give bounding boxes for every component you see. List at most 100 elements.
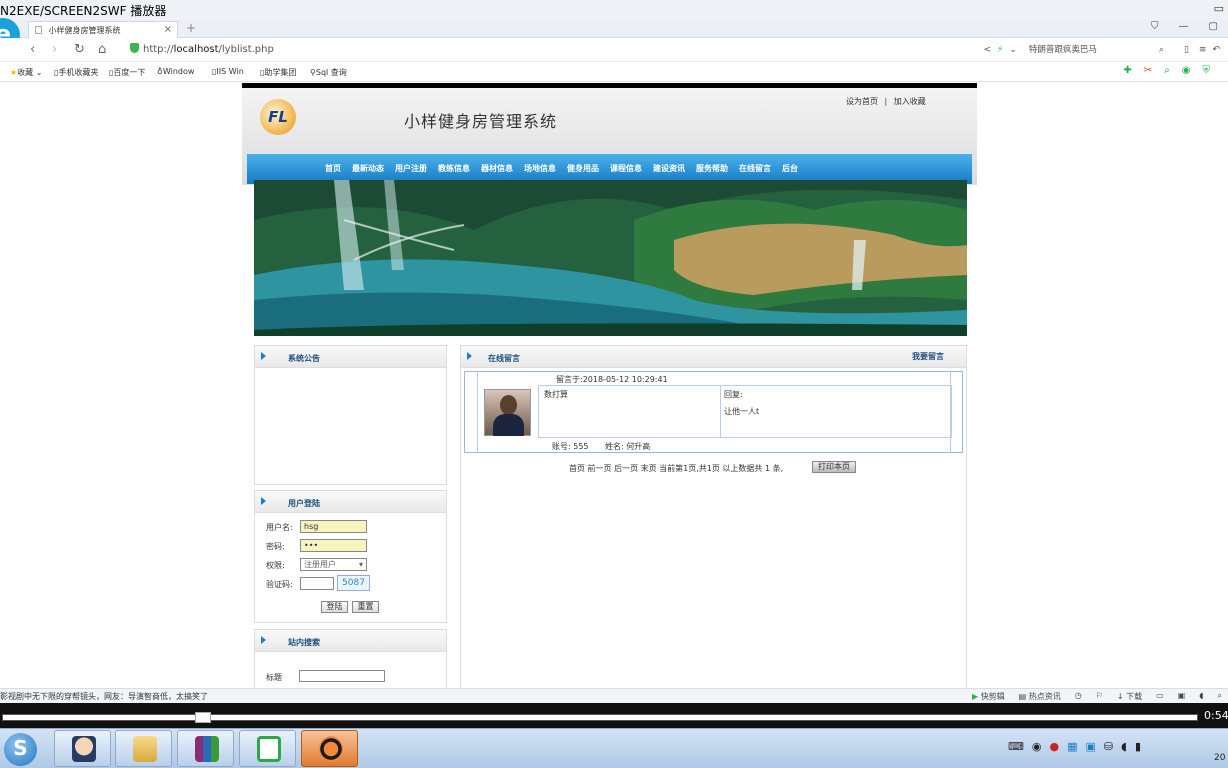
game-icon[interactable]: ◉ [1182,65,1191,76]
site-search-input[interactable] [299,670,385,682]
status-icon[interactable]: ▣ [1178,691,1186,702]
bookmark-item[interactable]: ▯助学集团 [260,67,296,78]
password-field[interactable]: ••• [300,539,367,552]
nav-item-advice[interactable]: 建设资讯 [653,163,685,174]
refresh-icon[interactable]: ↻ [74,42,85,57]
role-select[interactable]: 注册用户 ▾ [300,558,367,571]
nav-item-course[interactable]: 课程信息 [610,163,642,174]
search-icon[interactable]: ⌕ [1159,45,1164,55]
status-item[interactable]: ▶ 快剪辑 [972,691,1005,702]
bookmark-item[interactable]: ★收藏 ⌄ [10,67,42,78]
taskbar-clock: 20 [1214,753,1226,763]
network-icon[interactable]: ▮ [1135,740,1141,753]
minimize-icon[interactable]: — [1179,21,1189,32]
translate-icon[interactable]: ✚ [1123,65,1131,76]
url-field[interactable]: http://localhost/lyblist.php [130,43,274,55]
antivirus-icon[interactable]: ● [1050,740,1060,753]
usb-icon[interactable]: ⛁ [1104,740,1113,753]
search-label: 标题 [266,673,282,682]
message-content: 数打算 [544,390,568,399]
status-item[interactable]: ↓ 下载 [1117,691,1142,702]
scissors-icon[interactable]: ✂ [1144,65,1152,76]
input-method-icon[interactable]: ▣ [1086,740,1096,753]
taskbar-app-player[interactable] [301,730,358,767]
leave-message-link[interactable]: 我要留言 [912,351,944,362]
volume-icon[interactable]: ◖ [1121,740,1127,753]
shield-icon[interactable]: ⛨ [1203,65,1211,76]
captcha-image[interactable]: 5087 [337,575,370,591]
start-button[interactable]: S [4,733,37,766]
forward-icon[interactable]: › [52,42,57,57]
notice-panel: 系统公告 [254,345,447,485]
taskbar-app-winrar[interactable] [177,730,234,767]
status-icon[interactable]: ▭ [1156,691,1164,702]
nav-item-help[interactable]: 服务帮助 [696,163,728,174]
home-icon[interactable]: ⌂ [98,42,106,57]
windows-icon[interactable]: ▦ [1067,740,1077,753]
browser-tabbar: 小样健身房管理系统 × + ⛉ — ▢ [0,20,1228,38]
username-field[interactable]: hsg [300,520,367,533]
nav-item-goods[interactable]: 健身用品 [567,163,599,174]
player-controls: 0:54 [0,703,1228,728]
site-title: 小样健身房管理系统 [404,112,558,131]
taskbar-app-qq-avatar[interactable] [54,730,111,767]
shirt-icon[interactable]: ⛉ [1151,21,1159,32]
nav-item-equipment[interactable]: 器材信息 [481,163,513,174]
search-input[interactable]: 特朗普跟疯奥巴马 [1029,43,1159,57]
nav-item-venue[interactable]: 场地信息 [524,163,556,174]
chevron-down-icon[interactable]: ⌄ [1009,45,1017,55]
taskbar-app-camtasia[interactable] [239,730,296,767]
bookmark-item[interactable]: ▯手机收藏夹 [54,67,98,78]
bookmark-item[interactable]: ♁Window [157,67,194,76]
share-icon[interactable]: < [983,45,991,55]
magnifier-icon[interactable]: ⌕ [1164,65,1170,76]
qq-icon[interactable]: ◉ [1032,740,1042,753]
restore-icon[interactable]: ▢ [1209,21,1218,32]
undo-icon[interactable]: ↶ [1212,45,1220,55]
nav-item-coach[interactable]: 教练信息 [438,163,470,174]
print-button[interactable]: 打印本页 [812,461,856,473]
set-homepage-link[interactable]: 设为首页 [846,97,878,106]
zoom-icon[interactable]: ⌕ [1218,691,1222,702]
phone-icon[interactable]: ▯ [1184,45,1189,55]
bookmark-item[interactable]: ⚲Sql 查询 [310,67,347,78]
reset-button[interactable]: 重置 [352,601,379,613]
notice-title: 系统公告 [288,354,320,363]
status-icon[interactable]: ⚐ [1096,691,1103,702]
status-news[interactable]: 影视剧中无下限的穿帮镜头，网友：导演智商低，太搞笑了 [0,691,208,702]
new-tab-button[interactable]: + [186,21,196,35]
window-titlebar: N2EXE/SCREEN2SWF 播放器 ▭ [0,0,1228,20]
status-item[interactable]: ▤ 热点资讯 [1019,691,1061,702]
back-icon[interactable]: ‹ [30,42,35,57]
seek-track[interactable] [2,714,1198,721]
keyboard-icon[interactable]: ⌨ [1008,740,1024,753]
site-logo: FL [260,99,296,135]
page-viewport: FL 小样健身房管理系统 设为首页 | 加入收藏 首页 最新动态 用户注册 教练… [0,83,1228,688]
message-entry: 留言于:2018-05-12 10:29:41 数打算 回复: 让他一人t 账号… [464,371,963,453]
nav-item-admin[interactable]: 后台 [782,163,798,174]
browser-tab[interactable]: 小样健身房管理系统 × [28,21,178,38]
taskbar-app-explorer[interactable] [115,730,172,767]
add-favorite-link[interactable]: 加入收藏 [894,97,926,106]
minimize-icon[interactable]: ▭ [1214,2,1224,15]
nav-item-news[interactable]: 最新动态 [352,163,384,174]
speaker-icon[interactable]: ◖ [1199,691,1203,702]
news-icon: ▤ [1018,692,1027,701]
avatar [484,389,531,436]
banner-image [254,180,967,336]
bookmark-item[interactable]: ▯百度一下 [109,67,145,78]
browser-statusbar: 影视剧中无下限的穿帮镜头，网友：导演智商低，太搞笑了 ▶ 快剪辑 ▤ 热点资讯 … [0,688,1228,703]
login-button[interactable]: 登陆 [321,601,348,613]
lightning-icon[interactable]: ⚡ [997,45,1003,55]
close-tab-icon[interactable]: × [164,24,172,35]
status-icon[interactable]: ◷ [1075,691,1082,702]
captcha-input[interactable] [300,577,334,590]
arrow-icon [261,352,266,360]
bookmark-item[interactable]: ▯IIS Win [212,67,244,76]
nav-item-register[interactable]: 用户注册 [395,163,427,174]
nav-item-home[interactable]: 首页 [325,163,341,174]
security-shield-icon [130,43,139,53]
nav-item-message[interactable]: 在线留言 [739,163,771,174]
menu-icon[interactable]: ≡ [1199,45,1207,55]
seek-thumb[interactable] [195,712,211,723]
